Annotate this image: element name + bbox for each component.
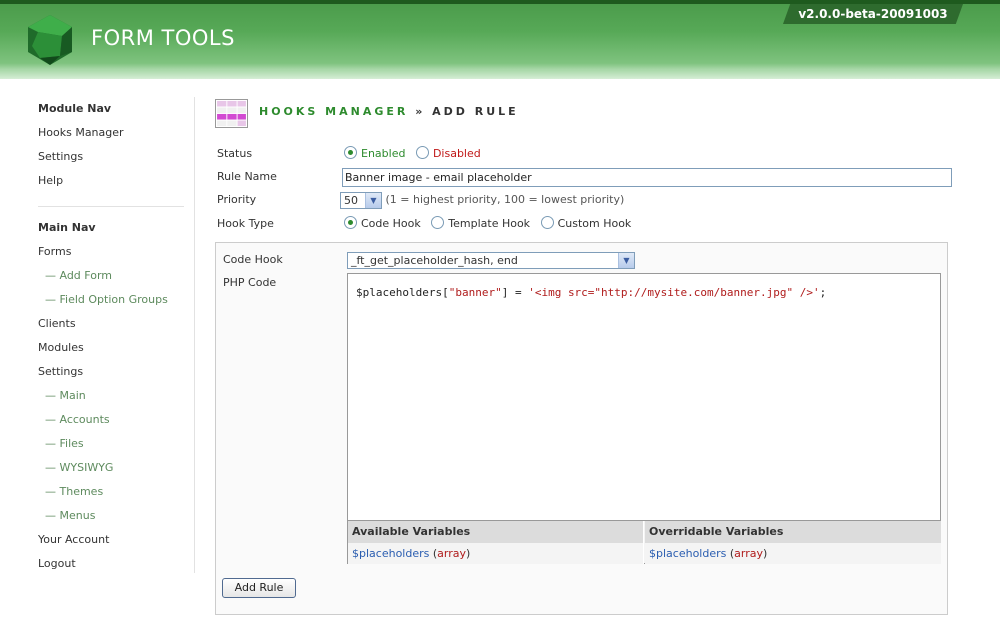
header-bottom-band	[0, 70, 1000, 79]
hook-type-custom-label[interactable]: Custom Hook	[558, 217, 632, 230]
code-hook-select[interactable]: _ft_get_placeholder_hash, end ▼	[347, 252, 635, 269]
code-key-string: "banner"	[448, 286, 502, 299]
page-title-separator: »	[408, 105, 433, 118]
sidebar-item-clients[interactable]: Clients	[38, 315, 198, 339]
header-top-border	[0, 0, 1000, 4]
sidebar-item-field-option-groups[interactable]: — Field Option Groups	[38, 291, 198, 315]
sidebar-item-modules[interactable]: Modules	[38, 339, 198, 363]
available-variables-header: Available Variables	[348, 521, 643, 543]
sidebar-vertical-divider	[194, 97, 195, 573]
status-label: Status	[217, 147, 253, 160]
code-hook-panel: Code Hook _ft_get_placeholder_hash, end ▼…	[215, 242, 948, 615]
hook-type-template-label[interactable]: Template Hook	[448, 217, 530, 230]
status-disabled-radio[interactable]	[415, 146, 429, 159]
chevron-down-icon[interactable]: ▼	[365, 192, 381, 208]
sidebar-item-module-settings[interactable]: Settings	[38, 148, 198, 172]
app-header: FORM TOOLS v2.0.0-beta-20091003	[0, 0, 1000, 79]
sidebar-item-help[interactable]: Help	[38, 172, 198, 196]
status-disabled-label[interactable]: Disabled	[433, 147, 481, 160]
code-assign: ] =	[501, 286, 529, 299]
sidebar-item-hooks-manager[interactable]: Hooks Manager	[38, 124, 198, 148]
status-options: Enabled Disabled	[344, 145, 488, 163]
hook-type-label: Hook Type	[217, 217, 274, 230]
overridable-variable-row: $placeholders (array)	[645, 543, 941, 564]
page-title-module[interactable]: HOOKS MANAGER	[259, 105, 408, 118]
rule-name-label: Rule Name	[217, 170, 277, 183]
add-rule-button[interactable]: Add Rule	[222, 578, 296, 598]
app-brand-title: FORM TOOLS	[91, 26, 235, 50]
form-tools-logo-icon[interactable]	[22, 12, 78, 68]
code-variable: $placeholders	[356, 286, 443, 299]
sidebar-item-settings-menus[interactable]: — Menus	[38, 507, 198, 531]
hook-type-custom-radio[interactable]	[540, 216, 554, 229]
rule-name-input[interactable]: Banner image - email placeholder	[342, 168, 952, 187]
available-variables-column: Available Variables $placeholders (array…	[348, 521, 644, 564]
sidebar-item-settings-files[interactable]: — Files	[38, 435, 198, 459]
priority-control: 50 ▼ (1 = highest priority, 100 = lowest …	[340, 191, 624, 209]
code-hook-select-value: _ft_get_placeholder_hash, end	[351, 254, 518, 267]
page-title: HOOKS MANAGER » ADD RULE	[259, 105, 519, 118]
sidebar-item-settings-accounts[interactable]: — Accounts	[38, 411, 198, 435]
code-semicolon: ;	[819, 286, 827, 299]
sidebar-item-settings[interactable]: Settings	[38, 363, 198, 387]
version-badge: v2.0.0-beta-20091003	[783, 4, 963, 24]
status-enabled-label[interactable]: Enabled	[361, 147, 405, 160]
main-nav-title: Main Nav	[38, 221, 96, 234]
sidebar-item-logout[interactable]: Logout	[38, 555, 198, 579]
sidebar: Module Nav Hooks Manager Settings Help M…	[38, 100, 198, 579]
module-nav-title: Module Nav	[38, 102, 112, 115]
status-enabled-radio[interactable]	[344, 146, 357, 159]
hook-type-code-label[interactable]: Code Hook	[361, 217, 421, 230]
available-variable-type: array	[437, 547, 466, 560]
overridable-variables-header: Overridable Variables	[645, 521, 941, 543]
hook-type-options: Code Hook Template Hook Custom Hook	[344, 215, 638, 233]
hook-type-template-radio[interactable]	[431, 216, 445, 229]
sidebar-item-add-form[interactable]: — Add Form	[38, 267, 198, 291]
available-variable-name: $placeholders	[352, 547, 430, 560]
code-hook-label: Code Hook	[223, 253, 283, 266]
code-bracket-open: [	[442, 286, 449, 299]
hook-type-code-radio[interactable]	[344, 216, 357, 229]
priority-label: Priority	[217, 193, 257, 206]
status-row: Status Enabled Disabled	[217, 145, 957, 165]
sidebar-item-settings-themes[interactable]: — Themes	[38, 483, 198, 507]
overridable-variables-column: Overridable Variables $placeholders (arr…	[645, 521, 941, 564]
sidebar-item-settings-main[interactable]: — Main	[38, 387, 198, 411]
variables-table: Available Variables $placeholders (array…	[347, 521, 941, 564]
hooks-table-icon	[215, 99, 248, 128]
rule-name-row: Rule Name Banner image - email placehold…	[217, 168, 957, 188]
sidebar-divider	[38, 206, 184, 207]
priority-row: Priority 50 ▼ (1 = highest priority, 100 …	[217, 191, 957, 211]
php-code-editor[interactable]: $placeholders["banner"] = '<img src="htt…	[347, 273, 941, 521]
code-value-string: '<img src="http://mysite.com/banner.jpg"…	[528, 286, 820, 299]
overridable-variable-type: array	[734, 547, 763, 560]
overridable-variable-name: $placeholders	[649, 547, 727, 560]
sidebar-item-forms[interactable]: Forms	[38, 243, 198, 267]
hook-type-row: Hook Type Code Hook Template Hook Custom…	[217, 215, 957, 235]
sidebar-item-settings-wysiwyg[interactable]: — WYSIWYG	[38, 459, 198, 483]
page-title-current: ADD RULE	[432, 105, 519, 118]
sidebar-item-your-account[interactable]: Your Account	[38, 531, 198, 555]
available-variable-row: $placeholders (array)	[348, 543, 643, 564]
priority-select[interactable]: 50 ▼	[340, 191, 382, 209]
chevron-down-icon[interactable]: ▼	[618, 253, 634, 268]
priority-select-value: 50	[344, 193, 358, 207]
priority-hint: (1 = highest priority, 100 = lowest prio…	[385, 193, 625, 206]
php-code-label: PHP Code	[223, 276, 277, 289]
